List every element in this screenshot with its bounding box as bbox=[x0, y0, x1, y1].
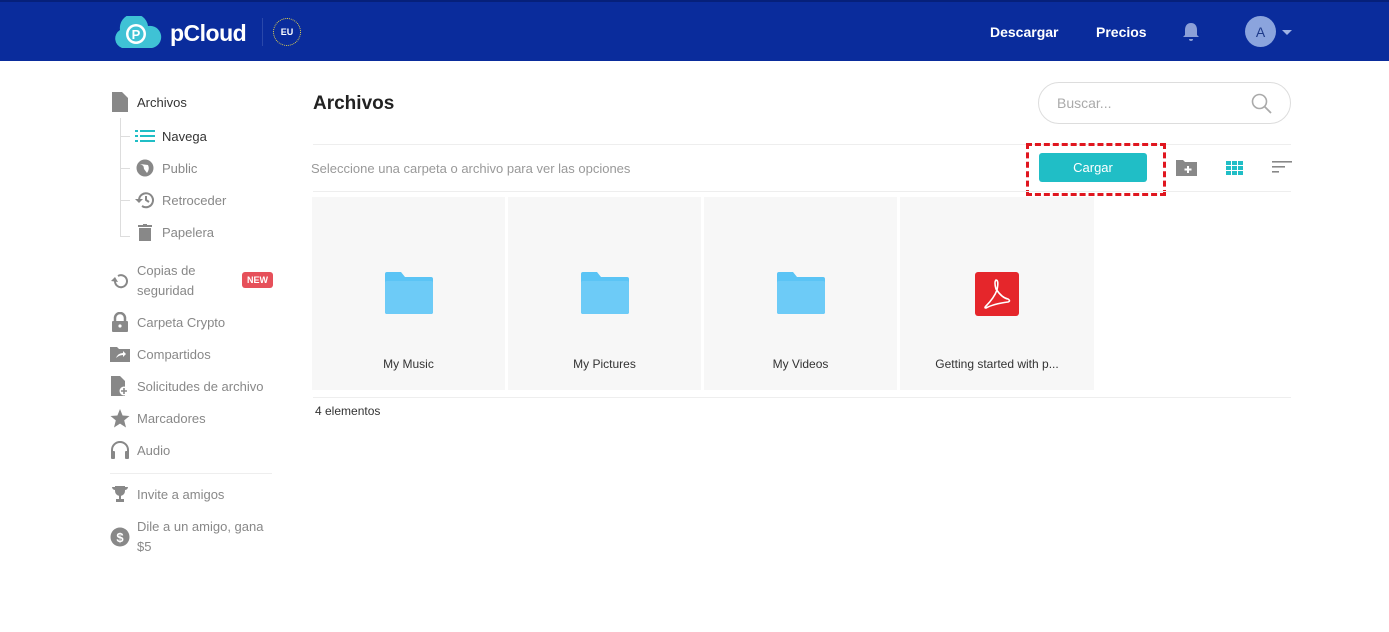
sidebar-item-label: Copias de seguridad bbox=[137, 263, 196, 298]
selection-hint: Seleccione una carpeta o archivo para ve… bbox=[311, 161, 631, 176]
sort-icon[interactable] bbox=[1272, 161, 1292, 174]
new-badge: NEW bbox=[242, 272, 273, 288]
trash-icon bbox=[135, 222, 155, 242]
sidebar-item-label: Audio bbox=[137, 442, 171, 458]
avatar[interactable]: A bbox=[1245, 16, 1276, 47]
sidebar-item-label: Archivos bbox=[137, 94, 187, 110]
sidebar-divider bbox=[110, 473, 272, 474]
eu-region-badge: EU bbox=[273, 18, 301, 46]
grid-view-icon[interactable] bbox=[1226, 161, 1243, 175]
new-folder-icon[interactable] bbox=[1176, 159, 1197, 176]
sidebar-item-crypto[interactable]: Carpeta Crypto bbox=[110, 312, 225, 332]
file-tile[interactable]: My Videos bbox=[704, 197, 897, 390]
search-input[interactable]: Buscar... bbox=[1038, 82, 1291, 124]
file-tile[interactable]: My Music bbox=[312, 197, 505, 390]
backup-icon bbox=[110, 271, 130, 291]
trophy-icon bbox=[110, 484, 130, 504]
sidebar-item-label: Retroceder bbox=[162, 192, 227, 208]
search-icon[interactable] bbox=[1251, 93, 1272, 114]
sidebar-item-invite[interactable]: Invite a amigos bbox=[110, 484, 224, 504]
cloud-logo-icon: P bbox=[115, 16, 162, 48]
sidebar-item-label: Marcadores bbox=[137, 410, 206, 426]
sidebar-item-label: Solicitudes de archivo bbox=[137, 378, 264, 394]
list-icon bbox=[135, 126, 155, 146]
sidebar-item-label: Navega bbox=[162, 128, 207, 144]
sidebar-item-label: Invite a amigos bbox=[137, 486, 225, 502]
sidebar-item-label: Public bbox=[162, 160, 198, 176]
sidebar-item-label: Papelera bbox=[162, 224, 215, 240]
sidebar-item-retroceder[interactable]: Retroceder bbox=[135, 190, 226, 210]
sidebar-item-copias[interactable]: Copias de seguridad bbox=[110, 261, 217, 301]
sidebar-item-solicitudes[interactable]: Solicitudes de archivo bbox=[110, 376, 263, 396]
sidebar-item-public[interactable]: Public bbox=[135, 158, 197, 178]
tree-branch bbox=[120, 168, 130, 169]
upload-button[interactable]: Cargar bbox=[1039, 153, 1147, 182]
file-request-icon bbox=[110, 376, 130, 396]
globe-icon bbox=[135, 158, 155, 178]
lock-icon bbox=[110, 312, 130, 332]
page-title: Archivos bbox=[313, 93, 395, 114]
pdf-icon bbox=[975, 272, 1019, 316]
search-placeholder: Buscar... bbox=[1057, 95, 1112, 111]
bell-icon[interactable] bbox=[1182, 22, 1200, 42]
nav-precios[interactable]: Precios bbox=[1096, 24, 1147, 40]
folder-icon bbox=[581, 272, 629, 314]
divider bbox=[313, 397, 1291, 398]
tree-branch bbox=[120, 236, 130, 237]
pcloud-logo[interactable]: P pCloud bbox=[110, 16, 247, 50]
sidebar-item-label: Compartidos bbox=[137, 346, 211, 362]
folder-icon bbox=[385, 272, 433, 314]
tree-branch bbox=[120, 136, 130, 137]
file-tile[interactable]: My Pictures bbox=[508, 197, 701, 390]
sidebar-item-marcadores[interactable]: Marcadores bbox=[110, 408, 206, 428]
sidebar-item-papelera[interactable]: Papelera bbox=[135, 222, 214, 242]
sidebar-item-label: Dile a un amigo, gana $5 bbox=[137, 519, 264, 554]
tree-branch bbox=[120, 200, 130, 201]
sidebar-item-refer[interactable]: $ Dile a un amigo, gana $5 bbox=[110, 517, 267, 557]
chevron-down-icon[interactable] bbox=[1282, 30, 1292, 35]
file-tile[interactable]: Getting started with p... bbox=[900, 197, 1094, 390]
star-icon bbox=[110, 408, 130, 428]
divider bbox=[313, 191, 1291, 192]
file-icon bbox=[110, 92, 130, 112]
sidebar-item-archivos[interactable]: Archivos bbox=[110, 92, 187, 112]
folder-icon bbox=[777, 272, 825, 314]
divider bbox=[262, 18, 263, 46]
sidebar-item-compartidos[interactable]: Compartidos bbox=[110, 344, 211, 364]
sidebar-item-navega[interactable]: Navega bbox=[135, 126, 207, 146]
nav-descargar[interactable]: Descargar bbox=[990, 24, 1059, 40]
brand-name: pCloud bbox=[170, 19, 247, 46]
shared-folder-icon bbox=[110, 344, 130, 364]
headphones-icon bbox=[110, 440, 130, 460]
svg-text:P: P bbox=[132, 27, 141, 42]
top-bar: P pCloud EU Descargar Precios A bbox=[0, 0, 1389, 61]
sidebar-item-audio[interactable]: Audio bbox=[110, 440, 170, 460]
file-name: My Music bbox=[383, 357, 434, 371]
file-name: My Pictures bbox=[573, 357, 636, 371]
file-name: Getting started with p... bbox=[935, 357, 1059, 371]
sidebar-item-label: Carpeta Crypto bbox=[137, 314, 226, 330]
file-name: My Videos bbox=[772, 357, 829, 371]
svg-text:$: $ bbox=[116, 530, 124, 545]
dollar-icon: $ bbox=[110, 527, 130, 547]
history-icon bbox=[135, 190, 155, 210]
item-count: 4 elementos bbox=[315, 404, 381, 418]
